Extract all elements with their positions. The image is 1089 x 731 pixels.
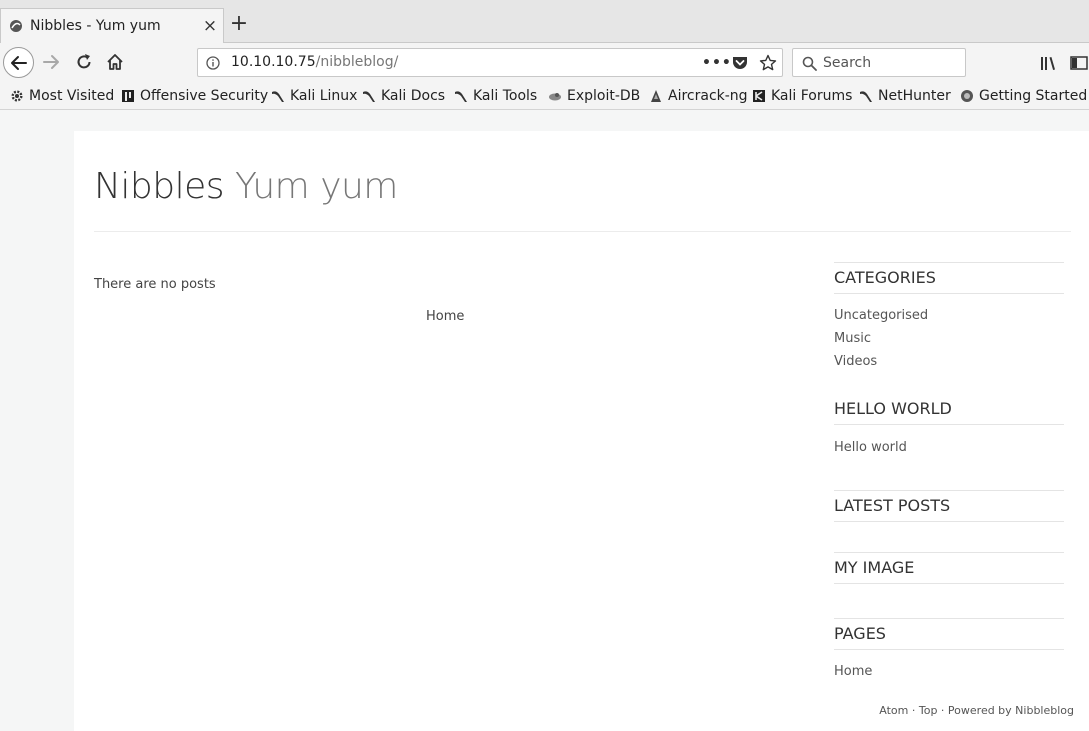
kali-dragon-icon (860, 91, 872, 102)
bookmark-label: Most Visited (29, 88, 115, 104)
kali-forums-icon (753, 90, 765, 102)
pocket-icon[interactable] (732, 55, 748, 71)
top-link[interactable]: Top (919, 704, 938, 717)
url-host: 10.10.10.75 (231, 54, 316, 70)
offsec-icon (122, 90, 134, 102)
library-icon[interactable] (1040, 55, 1058, 71)
back-button[interactable] (3, 47, 34, 78)
hello-world-text: Hello world (834, 440, 907, 455)
sidebar-toggle-icon[interactable] (1070, 55, 1088, 71)
powered-by-link[interactable]: Powered by Nibbleblog (948, 704, 1074, 717)
site-title: Nibbles Yum yum (94, 166, 398, 207)
sidebar-divider (834, 583, 1064, 584)
nibbles-favicon-icon (10, 20, 22, 32)
footer: Atom · Top · Powered by Nibbleblog (879, 704, 1074, 717)
category-link[interactable]: Videos (834, 354, 877, 369)
back-arrow-icon (11, 56, 27, 70)
sidebar-divider (834, 521, 1064, 522)
search-icon (802, 56, 817, 71)
no-posts-message: There are no posts (94, 277, 216, 292)
page-content: Nibbles Yum yum There are no posts Home … (74, 131, 1089, 731)
bookmark-kali-docs[interactable]: Kali Docs (362, 86, 445, 106)
bookmark-kali-linux[interactable]: Kali Linux (271, 86, 357, 106)
browser-tab[interactable]: Nibbles - Yum yum × (0, 8, 224, 44)
pager-home-link[interactable]: Home (426, 309, 464, 324)
hello-world-heading: HELLO WORLD (834, 399, 952, 418)
new-tab-button[interactable]: + (229, 13, 249, 35)
page-link-home[interactable]: Home (834, 664, 872, 679)
pages-heading: PAGES (834, 624, 886, 643)
categories-heading: CATEGORIES (834, 268, 936, 287)
close-tab-icon[interactable]: × (201, 17, 219, 35)
bookmark-label: Kali Docs (381, 88, 446, 104)
sidebar-divider (834, 293, 1064, 294)
site-info-icon[interactable] (206, 56, 220, 70)
bookmark-label: Aircrack-ng (668, 88, 748, 104)
sidebar-divider (834, 490, 1064, 491)
bookmark-label: Exploit-DB (567, 88, 641, 104)
site-name[interactable]: Nibbles (94, 166, 225, 207)
sidebar-divider (834, 262, 1064, 263)
gear-icon (11, 90, 23, 102)
search-bar[interactable] (792, 48, 966, 77)
reload-icon[interactable] (75, 53, 93, 71)
bookmark-label: Kali Tools (473, 88, 538, 104)
bookmarks-toolbar: Most Visited Offensive Security Kali Lin… (0, 83, 1089, 110)
url-path: /nibbleblog/ (315, 54, 399, 70)
bookmark-label: Getting Started (979, 88, 1088, 104)
bookmark-kali-tools[interactable]: Kali Tools (454, 86, 537, 106)
address-bar[interactable]: 10.10.10.75/nibbleblog/ ••• (197, 48, 783, 77)
home-icon[interactable] (106, 53, 124, 71)
category-link[interactable]: Uncategorised (834, 308, 928, 323)
sidebar-divider (834, 424, 1064, 425)
exploitdb-icon (549, 93, 561, 101)
page-actions-icon[interactable]: ••• (702, 55, 732, 71)
tab-strip: Nibbles - Yum yum × + (0, 0, 1089, 44)
bookmark-most-visited[interactable]: Most Visited (10, 86, 114, 106)
bookmark-getting-started[interactable]: Getting Started (960, 86, 1087, 106)
footer-separator: · (908, 704, 919, 717)
bookmark-nethunter[interactable]: NetHunter (859, 86, 951, 106)
bookmark-aircrack-ng[interactable]: Aircrack-ng (649, 86, 748, 106)
bookmark-star-icon[interactable] (759, 54, 777, 72)
sidebar-divider (834, 618, 1064, 619)
firefox-icon (961, 90, 973, 102)
bookmark-label: NetHunter (878, 88, 951, 104)
category-link[interactable]: Music (834, 331, 871, 346)
footer-separator: · (937, 704, 948, 717)
bookmark-kali-forums[interactable]: Kali Forums (752, 86, 852, 106)
url-text: 10.10.10.75/nibbleblog/ (231, 54, 398, 70)
kali-dragon-icon (272, 91, 284, 102)
search-input[interactable] (823, 53, 959, 73)
bookmark-label: Offensive Security (140, 88, 269, 104)
sidebar-divider (834, 552, 1064, 553)
aircrack-icon (651, 90, 661, 102)
bookmark-exploit-db[interactable]: Exploit-DB (548, 86, 640, 106)
forward-arrow-icon[interactable] (42, 53, 60, 71)
kali-dragon-icon (455, 91, 467, 102)
navigation-toolbar: 10.10.10.75/nibbleblog/ ••• (0, 43, 1089, 83)
latest-posts-heading: LATEST POSTS (834, 496, 951, 515)
kali-dragon-icon (363, 91, 375, 102)
bookmark-label: Kali Forums (771, 88, 853, 104)
sidebar-divider (834, 649, 1064, 650)
atom-feed-link[interactable]: Atom (879, 704, 908, 717)
site-slogan: Yum yum (235, 166, 398, 207)
bookmark-offensive-security[interactable]: Offensive Security (121, 86, 268, 106)
my-image-heading: MY IMAGE (834, 558, 915, 577)
header-divider (94, 231, 1071, 232)
bookmark-label: Kali Linux (290, 88, 358, 104)
tab-title: Nibbles - Yum yum (30, 18, 161, 34)
